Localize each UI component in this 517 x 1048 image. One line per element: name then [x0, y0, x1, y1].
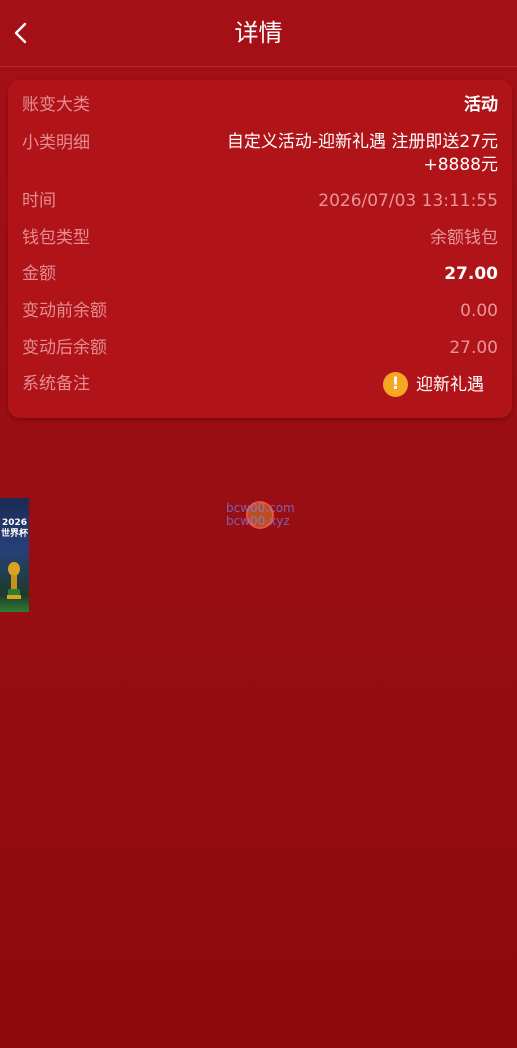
watermark: bcw00.com bcw00.xyz — [226, 500, 306, 530]
balance-after-label: 变动后余额 — [22, 338, 107, 358]
row-balance-before: 变动前余额 0.00 — [22, 299, 498, 323]
balance-before-label: 变动前余额 — [22, 301, 107, 321]
note-value-group: ! 迎新礼遇 — [383, 372, 484, 397]
balance-after-value: 27.00 — [449, 338, 498, 358]
row-amount: 金额 27.00 — [22, 262, 498, 286]
subcategory-label: 小类明细 — [22, 133, 90, 153]
row-note: 系统备注 ! 迎新礼遇 — [22, 372, 498, 398]
wallet-label: 钱包类型 — [22, 228, 90, 248]
watermark-line-2: bcw00.xyz — [226, 514, 290, 528]
note-label: 系统备注 — [22, 374, 90, 394]
category-label: 账变大类 — [22, 95, 90, 115]
note-value: 迎新礼遇 — [416, 374, 484, 395]
row-category: 账变大类 活动 — [22, 93, 498, 117]
page-title: 详情 — [234, 19, 283, 47]
category-value: 活动 — [464, 95, 498, 115]
wallet-value: 余额钱包 — [430, 228, 498, 248]
screen: 详情 账变大类 活动 小类明细 自定义活动-迎新礼遇 注册即送27元+8888元… — [0, 0, 517, 1048]
subcategory-value: 自定义活动-迎新礼遇 注册即送27元+8888元 — [226, 132, 498, 175]
promo-text: 2026世界杯 — [0, 518, 28, 539]
balance-before-value: 0.00 — [460, 301, 498, 321]
row-wallet: 钱包类型 余额钱包 — [22, 226, 498, 250]
time-value: 2026/07/03 13:11:55 — [318, 191, 498, 211]
row-time: 时间 2026/07/03 13:11:55 — [22, 189, 498, 213]
row-subcategory: 小类明细 自定义活动-迎新礼遇 注册即送27元+8888元 — [22, 131, 498, 179]
amount-label: 金额 — [22, 264, 56, 284]
world-cup-trophy-icon — [7, 562, 21, 599]
detail-card: 账变大类 活动 小类明细 自定义活动-迎新礼遇 注册即送27元+8888元 时间… — [8, 80, 512, 418]
warning-icon: ! — [383, 372, 408, 397]
world-cup-promo-banner[interactable]: 2026世界杯 — [0, 498, 29, 612]
time-label: 时间 — [22, 191, 56, 211]
header-bar: 详情 — [0, 0, 517, 67]
amount-value: 27.00 — [444, 264, 498, 284]
row-balance-after: 变动后余额 27.00 — [22, 336, 498, 360]
